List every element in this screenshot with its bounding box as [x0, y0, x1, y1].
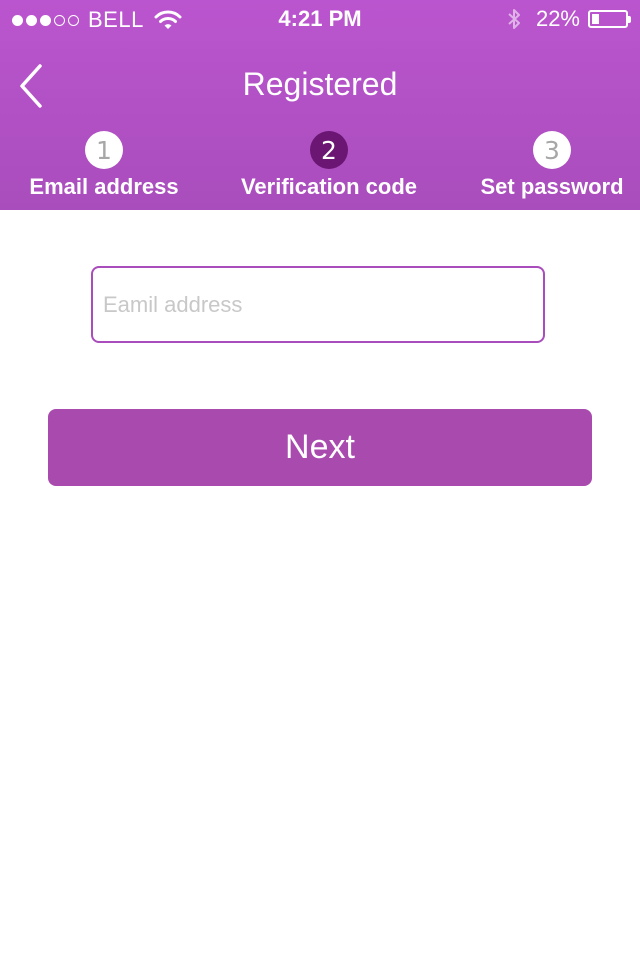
step-verification-code: 2 Verification code — [230, 131, 428, 200]
page-title: Registered — [242, 66, 398, 102]
status-bar: BELL 4:21 PM 22% — [0, 0, 640, 40]
battery-fill — [592, 14, 600, 24]
header: BELL 4:21 PM 22% Registered 1 Email addr… — [0, 0, 640, 210]
step-number: 3 — [533, 131, 571, 169]
battery-icon — [588, 10, 631, 28]
step-number: 1 — [85, 131, 123, 169]
step-label: Set password — [480, 174, 624, 199]
step-label: Verification code — [240, 174, 418, 199]
battery-percent: 22% — [535, 6, 580, 31]
step-label: Email address — [29, 174, 179, 199]
step-set-password: 3 Set password — [472, 131, 632, 200]
bluetooth-icon — [508, 9, 520, 29]
email-input[interactable] — [91, 266, 545, 343]
next-button[interactable]: Next — [48, 409, 592, 486]
step-number: 2 — [310, 131, 348, 169]
step-email-address: 1 Email address — [24, 131, 184, 200]
status-right: 22% — [506, 6, 631, 32]
